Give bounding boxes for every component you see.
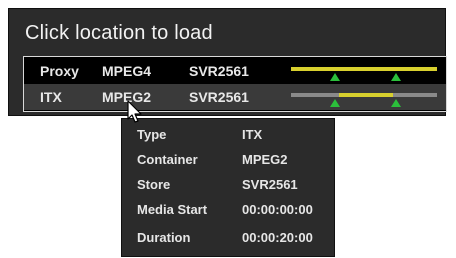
media-store: SVR2561 <box>189 63 249 79</box>
media-format: MPEG4 <box>102 63 152 79</box>
type-value: ITX <box>242 127 263 142</box>
duration-label: Duration <box>137 230 191 245</box>
media-start-value: 00:00:00:00 <box>242 202 313 217</box>
media-store: SVR2561 <box>189 89 249 105</box>
media-row-itx[interactable]: ITX MPEG2 SVR2561 <box>24 84 446 110</box>
container-label: Container <box>137 152 198 167</box>
timeline-selection <box>339 93 394 97</box>
panel-title: Click location to load <box>25 22 213 44</box>
mouse-pointer-icon <box>127 100 142 123</box>
tooltip-row-container: Container MPEG2 <box>122 152 334 172</box>
tooltip-row-type: Type ITX <box>122 127 334 147</box>
store-value: SVR2561 <box>242 177 298 192</box>
container-value: MPEG2 <box>242 152 288 167</box>
timeline-itx[interactable] <box>289 87 439 107</box>
timeline-bar <box>291 67 437 71</box>
media-info-tooltip: Type ITX Container MPEG2 Store SVR2561 M… <box>121 118 335 257</box>
duration-value: 00:00:20:00 <box>242 230 313 245</box>
out-marker-icon[interactable] <box>391 73 402 81</box>
store-label: Store <box>137 177 171 192</box>
load-location-panel: Click location to load Proxy MPEG4 SVR25… <box>8 8 447 116</box>
in-marker-icon[interactable] <box>329 73 340 81</box>
media-row-proxy[interactable]: Proxy MPEG4 SVR2561 <box>24 58 446 84</box>
media-start-label: Media Start <box>137 202 208 217</box>
timeline-proxy[interactable] <box>289 61 439 81</box>
out-marker-icon[interactable] <box>391 99 402 107</box>
tooltip-row-media-start: Media Start 00:00:00:00 <box>122 202 334 222</box>
media-label: Proxy <box>40 63 79 79</box>
tooltip-row-duration: Duration 00:00:20:00 <box>122 230 334 250</box>
tooltip-row-store: Store SVR2561 <box>122 177 334 197</box>
media-label: ITX <box>40 89 62 105</box>
in-marker-icon[interactable] <box>329 99 340 107</box>
type-label: Type <box>137 127 167 142</box>
media-table: Proxy MPEG4 SVR2561 ITX MPEG2 SVR2561 <box>23 56 447 112</box>
